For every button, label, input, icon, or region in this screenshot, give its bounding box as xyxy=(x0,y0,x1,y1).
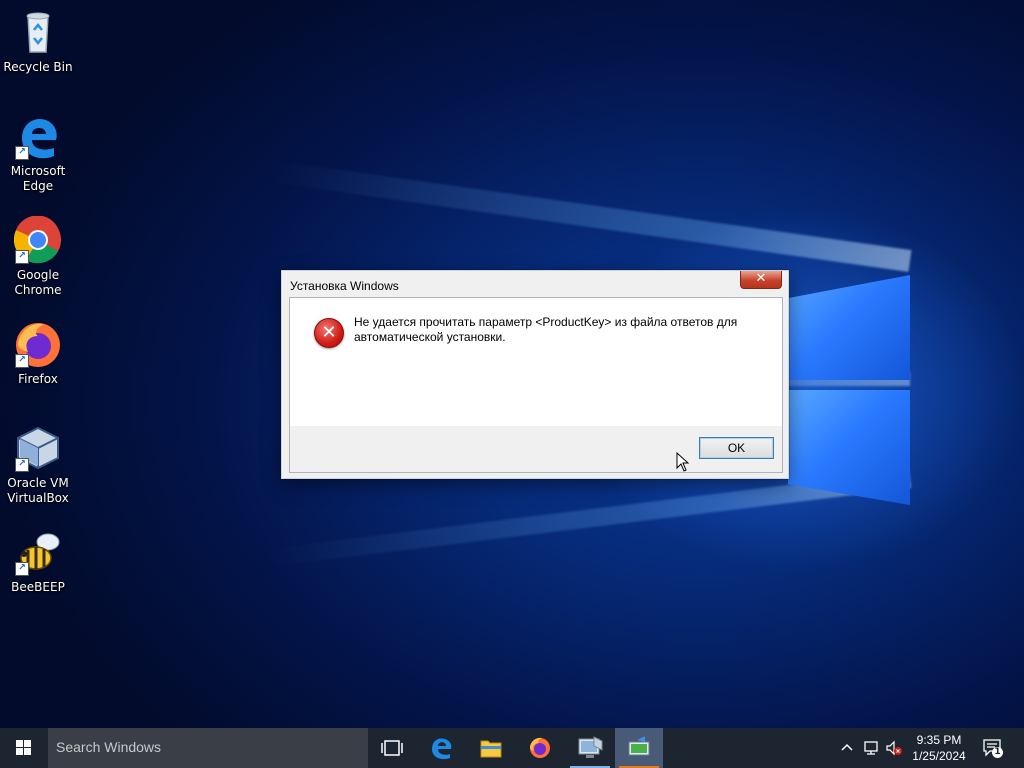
desktop-icon-label: BeeBEEP xyxy=(11,580,65,594)
clock-time: 9:35 PM xyxy=(916,733,962,747)
desktop-icon-chrome[interactable]: ↗ Google Chrome xyxy=(0,215,76,298)
desktop-icon-virtualbox[interactable]: ↗ Oracle VM VirtualBox xyxy=(0,424,76,506)
setup-monitor-icon xyxy=(578,736,603,758)
search-placeholder: Search Windows xyxy=(56,739,162,755)
firefox-icon: ↗ xyxy=(14,320,62,368)
shortcut-arrow-icon: ↗ xyxy=(15,146,29,160)
close-button[interactable]: ✕ xyxy=(740,271,782,289)
desktop-icon-label: Recycle Bin xyxy=(3,60,73,74)
shortcut-arrow-icon: ↗ xyxy=(15,250,29,264)
desktop-icon-label: Chrome xyxy=(14,283,62,297)
taskbar-setup-active-button[interactable] xyxy=(615,728,663,768)
error-message-line: Не удается прочитать параметр <ProductKe… xyxy=(354,315,738,329)
shortcut-arrow-icon: ↗ xyxy=(15,354,29,368)
desktop-icon-label: Google xyxy=(16,268,60,282)
desktop-icon-label: VirtualBox xyxy=(7,491,69,505)
search-box[interactable]: Search Windows xyxy=(48,728,368,768)
shortcut-arrow-icon: ↗ xyxy=(15,562,29,576)
windows-logo-icon xyxy=(16,740,31,755)
close-icon: ✕ xyxy=(755,271,767,286)
taskbar: Search Windows 9:35 PM 1/25/2024 1 xyxy=(0,728,1024,768)
error-dialog: Установка Windows ✕ ✕ Не удается прочита… xyxy=(281,270,789,479)
edge-icon: ↗ xyxy=(14,112,62,160)
chevron-up-icon[interactable] xyxy=(839,740,855,756)
dialog-titlebar[interactable]: Установка Windows ✕ xyxy=(282,271,788,297)
mouse-cursor-icon xyxy=(676,452,690,472)
chrome-icon: ↗ xyxy=(13,215,62,264)
folder-icon xyxy=(480,740,502,758)
error-message: Не удается прочитать параметр <ProductKe… xyxy=(354,315,764,345)
desktop-icon-label: Oracle VM xyxy=(7,476,69,490)
dialog-title: Установка Windows xyxy=(290,279,399,293)
desktop-icon-beebeep[interactable]: ↗ BeeBEEP xyxy=(0,528,76,595)
edge-icon xyxy=(432,738,452,760)
recycle-bin-icon xyxy=(14,8,62,56)
task-view-icon xyxy=(381,740,403,756)
network-icon[interactable] xyxy=(863,740,879,756)
error-message-line: автоматической установки. xyxy=(354,330,506,344)
wallpaper-pane xyxy=(788,275,910,380)
desktop-icon-firefox[interactable]: ↗ Firefox xyxy=(0,320,76,387)
virtualbox-icon: ↗ xyxy=(14,424,62,472)
desktop-icon-edge[interactable]: ↗ Microsoft Edge xyxy=(0,112,76,194)
setup-window-icon xyxy=(628,736,650,756)
shortcut-arrow-icon: ↗ xyxy=(15,458,29,472)
start-button[interactable] xyxy=(0,728,48,768)
dialog-client-area: ✕ Не удается прочитать параметр <Product… xyxy=(289,297,783,473)
firefox-icon xyxy=(530,737,550,758)
clock-date: 1/25/2024 xyxy=(912,749,966,763)
bee-icon: ↗ xyxy=(14,528,62,576)
action-center-button[interactable]: 1 xyxy=(982,738,1004,758)
wallpaper-beam xyxy=(264,159,912,272)
system-clock[interactable]: 9:35 PM 1/25/2024 xyxy=(908,732,970,764)
desktop-icon-label: Edge xyxy=(22,179,54,193)
taskbar-edge-button[interactable] xyxy=(418,728,466,768)
desktop-icon-label: Firefox xyxy=(18,372,58,386)
ok-button[interactable]: OK xyxy=(699,437,774,459)
error-icon: ✕ xyxy=(314,318,344,348)
message-area: ✕ Не удается прочитать параметр <Product… xyxy=(290,298,782,426)
taskbar-file-explorer-button[interactable] xyxy=(467,728,515,768)
task-view-button[interactable] xyxy=(368,728,416,768)
volume-muted-icon[interactable] xyxy=(886,740,902,756)
desktop-icon-recycle-bin[interactable]: Recycle Bin xyxy=(0,8,76,75)
notification-badge: 1 xyxy=(992,747,1003,758)
taskbar-windows-setup-button[interactable] xyxy=(566,728,614,768)
taskbar-firefox-button[interactable] xyxy=(516,728,564,768)
desktop-icon-label: Microsoft xyxy=(10,164,66,178)
